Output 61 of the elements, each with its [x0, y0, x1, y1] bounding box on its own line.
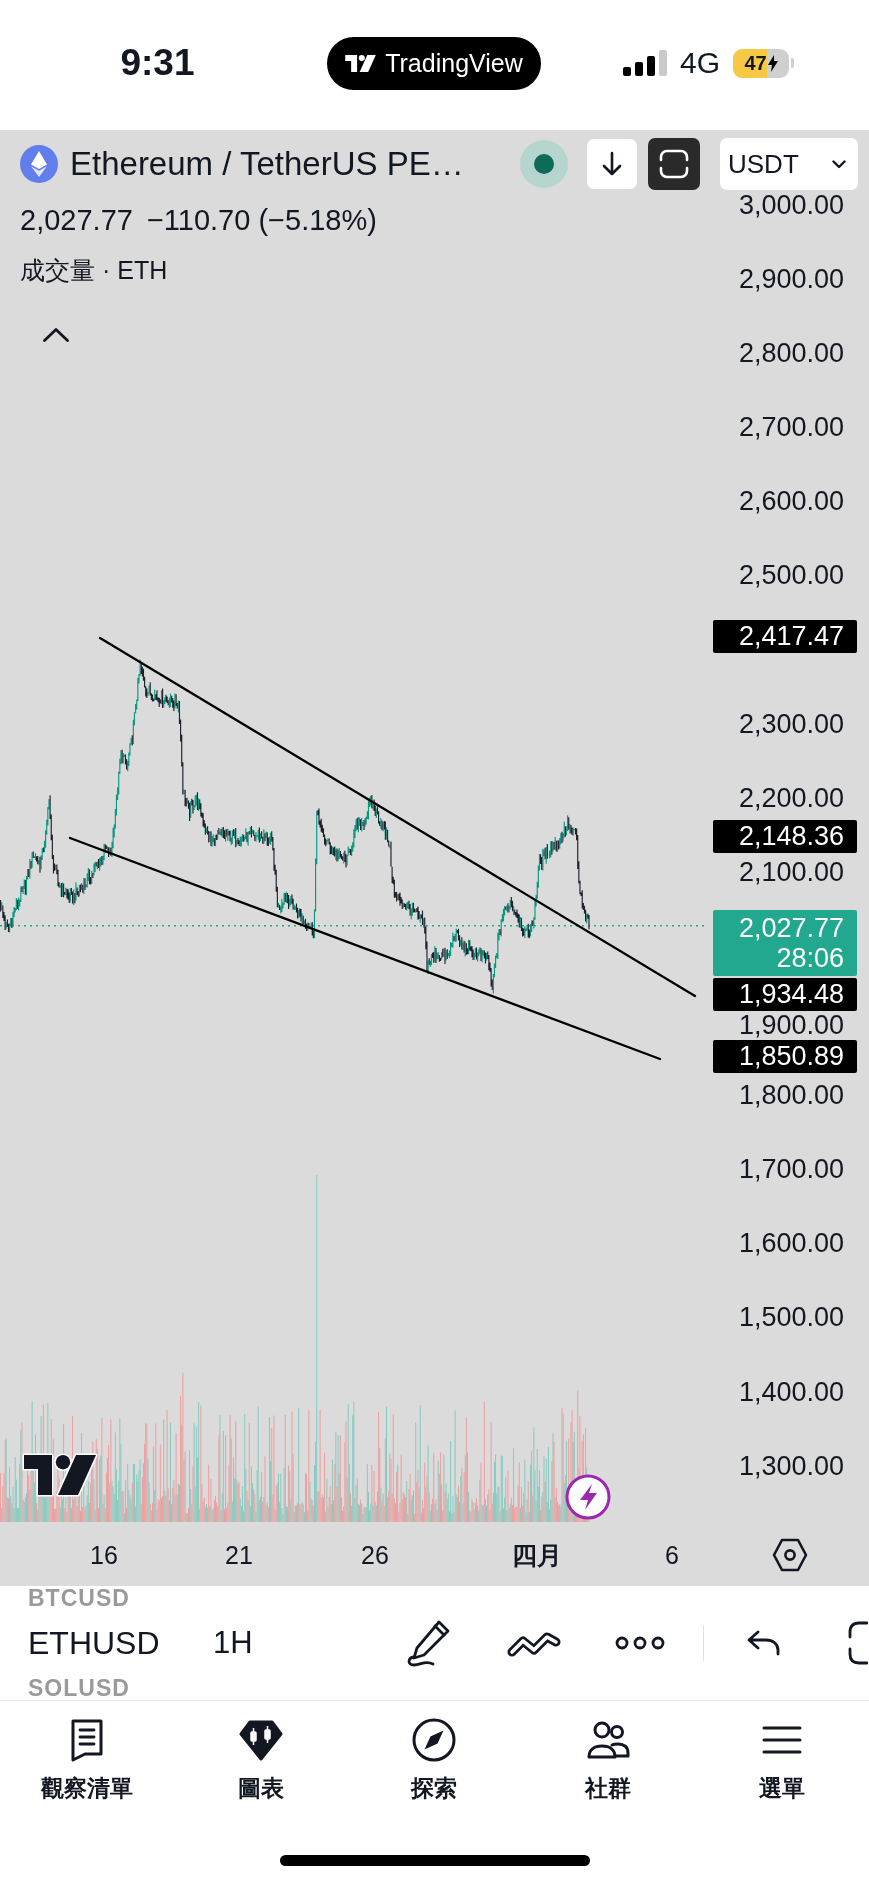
price-axis-label: 3,000.00: [738, 192, 844, 218]
price-axis-label: 1,400.00: [738, 1378, 844, 1405]
price-axis-label: 2,500.00: [738, 562, 844, 589]
charging-bolt-icon: [767, 54, 778, 72]
price-axis-label: 2,600.00: [738, 488, 844, 515]
app-name: TradingView: [385, 48, 523, 78]
price-axis-label: 2,900.00: [738, 265, 844, 292]
arrow-down-button[interactable]: [587, 139, 637, 189]
lightning-icon[interactable]: [565, 1474, 611, 1520]
price-axis-label: 1,600.00: [738, 1230, 844, 1257]
price-axis-label: 2,200.00: [738, 784, 844, 811]
price-axis-label: 1,800.00: [738, 1081, 844, 1108]
time-axis-label: 四月: [512, 1540, 562, 1570]
settings-icon[interactable]: [772, 1538, 808, 1572]
ethereum-logo-icon: [20, 145, 58, 183]
logo-icon: [345, 54, 377, 72]
time-axis-label: 16: [90, 1540, 118, 1570]
logo-icon: [22, 1453, 98, 1497]
price-level-tag: 1,934.48: [713, 978, 857, 1012]
time-axis-label: 6: [665, 1540, 679, 1570]
price-level-tag: 2,417.47: [713, 620, 857, 654]
price-level-tag: 1,850.89: [713, 1040, 857, 1074]
price-change: −110.70 (−5.18%): [146, 203, 377, 237]
status-dot-icon: [520, 140, 568, 188]
currency-select[interactable]: USDT: [720, 138, 858, 190]
symbol-title[interactable]: Ethereum / TetherUS PE…: [70, 145, 464, 183]
signal-icon: [623, 50, 667, 76]
price-axis-label: 2,700.00: [738, 413, 844, 440]
time-axis-label: 21: [225, 1540, 253, 1570]
tab-bar-item[interactable]: 探索: [411, 1717, 458, 1803]
price-level-tag: 2,148.36: [713, 819, 857, 853]
tab-bar-item[interactable]: 觀察清單: [40, 1717, 133, 1803]
more-icon[interactable]: [615, 1636, 665, 1650]
fullscreen-button[interactable]: [648, 138, 700, 190]
battery-percent: 47: [744, 51, 767, 75]
volume-legend: 成交量 · ETH: [20, 254, 168, 286]
price-axis-label: 1,300.00: [738, 1452, 844, 1479]
price-axis-label: 1,700.00: [738, 1155, 844, 1182]
price-axis-label: 2,800.00: [738, 339, 844, 366]
pen-icon[interactable]: [405, 1619, 451, 1667]
network-type: 4G: [680, 46, 721, 80]
fullscreen-icon: [659, 149, 689, 179]
tab-bar-item[interactable]: 圖表: [237, 1717, 284, 1803]
price-axis-label: 2,300.00: [738, 710, 844, 737]
interval-button[interactable]: 1H: [213, 1625, 257, 1661]
clock-time: 9:31: [120, 41, 195, 85]
tab-bar-item[interactable]: 選單: [759, 1717, 806, 1803]
arrow-down-icon: [601, 151, 623, 177]
last-price: 2,027.77: [20, 203, 133, 237]
time-axis-label: 26: [361, 1540, 389, 1570]
price-axis-label: 2,100.00: [738, 859, 844, 886]
price-axis-label: 1,500.00: [738, 1304, 844, 1331]
chevron-down-icon: [832, 159, 846, 169]
symbol-option[interactable]: ETHUSD: [28, 1623, 160, 1663]
current-price: 2,027.77: [738, 912, 844, 943]
undo-icon[interactable]: [745, 1629, 781, 1657]
bar-countdown: 28:06: [776, 942, 844, 973]
bracket-icon[interactable]: [847, 1621, 868, 1665]
chevron-up-icon[interactable]: [43, 328, 69, 342]
price-axis-label: 1,900.00: [738, 1012, 844, 1039]
tab-bar-item[interactable]: 社群: [585, 1717, 632, 1803]
